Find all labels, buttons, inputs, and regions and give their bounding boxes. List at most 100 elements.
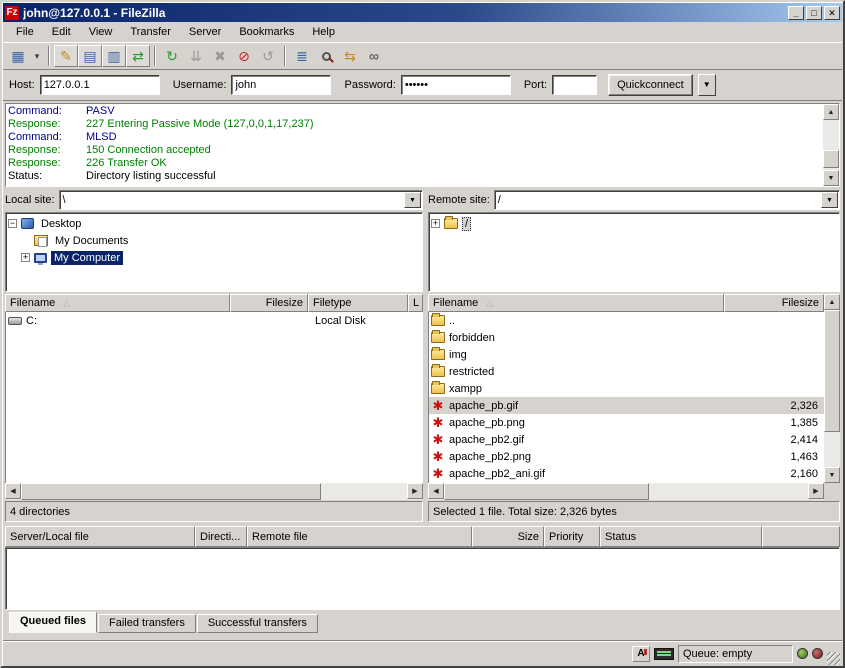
- site-manager-dropdown-button[interactable]: ▾: [30, 45, 44, 67]
- column-priority[interactable]: Priority: [544, 526, 600, 547]
- column-filename[interactable]: Filename△: [5, 294, 230, 312]
- scroll-thumb[interactable]: [824, 310, 840, 432]
- synchronized-browsing-button[interactable]: ⇆: [338, 45, 362, 67]
- directory-comparison-button[interactable]: ∞: [362, 45, 386, 67]
- column-server-local-file[interactable]: Server/Local file: [5, 526, 195, 547]
- tree-item-my-documents[interactable]: My Documents: [8, 232, 422, 249]
- close-button[interactable]: ✕: [824, 6, 840, 20]
- site-manager-icon: ▦: [11, 49, 24, 63]
- site-manager-button[interactable]: ▦: [6, 45, 30, 67]
- menu-item-view[interactable]: View: [80, 23, 122, 41]
- scroll-thumb[interactable]: [823, 150, 839, 168]
- collapse-icon[interactable]: −: [8, 219, 17, 228]
- transfer-type-icon[interactable]: A: [632, 646, 650, 662]
- column-filesize[interactable]: Filesize: [724, 294, 824, 312]
- expand-icon[interactable]: +: [431, 219, 440, 228]
- host-input[interactable]: [40, 75, 160, 95]
- speed-limit-icon[interactable]: [654, 648, 674, 660]
- maximize-button[interactable]: □: [806, 6, 822, 20]
- local-horizontal-scrollbar[interactable]: ◀ ▶: [5, 483, 423, 500]
- column-filetype[interactable]: Filetype: [308, 294, 408, 312]
- remote-file-row[interactable]: ..: [429, 312, 824, 329]
- remote-file-row-selected[interactable]: ✱apache_pb.gif2,326: [429, 397, 824, 414]
- filter-button[interactable]: ≣: [290, 45, 314, 67]
- process-queue-button[interactable]: ⇊: [184, 45, 208, 67]
- remote-file-row[interactable]: ✱apache_pb2.png1,463: [429, 448, 824, 465]
- tab-failed-transfers[interactable]: Failed transfers: [98, 614, 196, 633]
- menu-item-help[interactable]: Help: [303, 23, 344, 41]
- local-site-combo[interactable]: \ ▼: [59, 190, 423, 210]
- combo-dropdown-icon[interactable]: ▼: [821, 192, 838, 208]
- tab-successful-transfers[interactable]: Successful transfers: [197, 614, 318, 633]
- titlebar[interactable]: Fz john@127.0.0.1 - FileZilla _ □ ✕: [3, 3, 842, 22]
- column-remote-file[interactable]: Remote file: [247, 526, 472, 547]
- column-filename[interactable]: Filename△: [428, 294, 724, 312]
- my-computer-icon: [34, 253, 47, 263]
- refresh-icon: ↻: [166, 49, 178, 63]
- remote-file-row[interactable]: ✱apache_pb2_ani.gif2,160: [429, 465, 824, 482]
- column-direction[interactable]: Directi...: [195, 526, 247, 547]
- remote-file-row[interactable]: forbidden: [429, 329, 824, 346]
- menu-item-transfer[interactable]: Transfer: [121, 23, 180, 41]
- column-status[interactable]: Status: [600, 526, 762, 547]
- password-input[interactable]: [401, 75, 511, 95]
- resize-grip[interactable]: [827, 652, 840, 665]
- desktop-icon: [21, 218, 34, 229]
- toggle-message-log-button[interactable]: ✎: [54, 45, 78, 67]
- tab-queued-files[interactable]: Queued files: [9, 612, 97, 633]
- menu-item-file[interactable]: File: [7, 23, 43, 41]
- remote-file-row[interactable]: restricted: [429, 363, 824, 380]
- scroll-down-icon[interactable]: ▼: [823, 170, 839, 186]
- scroll-right-icon[interactable]: ▶: [407, 483, 423, 499]
- menu-item-server[interactable]: Server: [180, 23, 230, 41]
- scroll-left-icon[interactable]: ◀: [428, 483, 444, 499]
- local-file-row[interactable]: C: Local Disk: [6, 312, 423, 329]
- tree-item-my-computer[interactable]: + My Computer: [8, 249, 422, 266]
- refresh-button[interactable]: ↻: [160, 45, 184, 67]
- port-label: Port:: [524, 79, 547, 91]
- quickconnect-dropdown-button[interactable]: ▼: [698, 74, 716, 96]
- column-size[interactable]: Size: [472, 526, 544, 547]
- remote-file-row[interactable]: xampp: [429, 380, 824, 397]
- menu-item-edit[interactable]: Edit: [43, 23, 80, 41]
- scroll-thumb[interactable]: [21, 483, 321, 500]
- cancel-button[interactable]: ✖: [208, 45, 232, 67]
- menu-item-bookmarks[interactable]: Bookmarks: [230, 23, 303, 41]
- sort-ascending-icon: △: [486, 298, 493, 309]
- scroll-left-icon[interactable]: ◀: [5, 483, 21, 499]
- remote-vertical-scrollbar[interactable]: ▲ ▼: [824, 294, 840, 483]
- minimize-button[interactable]: _: [788, 6, 804, 20]
- disk-drive-icon: [8, 317, 22, 325]
- scroll-thumb[interactable]: [444, 483, 649, 500]
- scroll-right-icon[interactable]: ▶: [808, 483, 824, 499]
- synchronized-browsing-icon: ⇆: [344, 49, 356, 63]
- combo-dropdown-icon[interactable]: ▼: [404, 192, 421, 208]
- queue-list[interactable]: [5, 547, 840, 610]
- port-input[interactable]: [552, 75, 597, 95]
- quickconnect-button[interactable]: Quickconnect: [608, 74, 693, 96]
- folder-icon: [431, 349, 445, 360]
- tree-item-desktop[interactable]: − Desktop: [8, 215, 422, 232]
- app-icon: Fz: [5, 6, 19, 20]
- remote-file-row[interactable]: ✱apache_pb2.gif2,414: [429, 431, 824, 448]
- remote-horizontal-scrollbar[interactable]: ◀ ▶: [428, 483, 824, 500]
- username-input[interactable]: [231, 75, 331, 95]
- remote-file-row[interactable]: ✱apache_pb.png1,385: [429, 414, 824, 431]
- file-search-button[interactable]: [314, 45, 338, 67]
- toolbar-separator: [154, 46, 156, 66]
- scroll-down-icon[interactable]: ▼: [824, 467, 840, 483]
- remote-site-combo[interactable]: / ▼: [494, 190, 840, 210]
- log-vertical-scrollbar[interactable]: ▲ ▼: [823, 104, 839, 186]
- tree-item-root[interactable]: + /: [431, 215, 839, 232]
- reconnect-button[interactable]: ↺: [256, 45, 280, 67]
- scroll-up-icon[interactable]: ▲: [823, 104, 839, 120]
- column-filesize[interactable]: Filesize: [230, 294, 308, 312]
- column-last-modified[interactable]: L: [408, 294, 423, 312]
- toggle-remote-tree-button[interactable]: ▥: [102, 45, 126, 67]
- remote-file-row[interactable]: img: [429, 346, 824, 363]
- scroll-up-icon[interactable]: ▲: [824, 294, 840, 310]
- disconnect-button[interactable]: ⊘: [232, 45, 256, 67]
- expand-icon[interactable]: +: [21, 253, 30, 262]
- toggle-local-tree-button[interactable]: ▤: [78, 45, 102, 67]
- toggle-queue-button[interactable]: ⇄: [126, 45, 150, 67]
